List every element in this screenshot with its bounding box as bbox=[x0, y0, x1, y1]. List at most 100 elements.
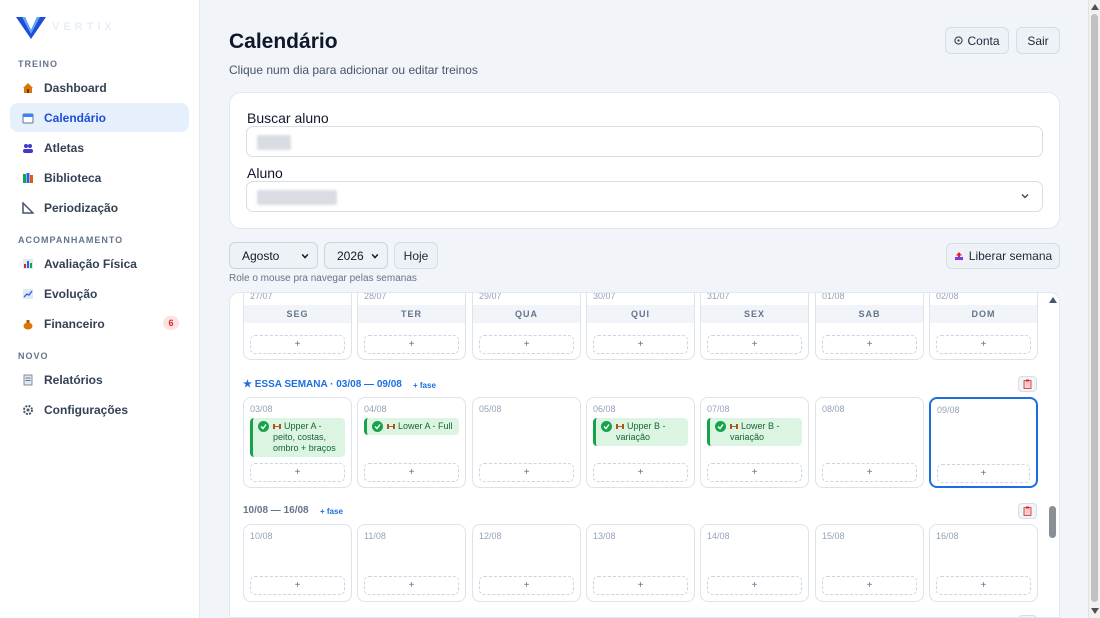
sidebar-item-label: Evolução bbox=[44, 286, 98, 301]
add-workout-button[interactable]: + bbox=[593, 463, 688, 482]
month-select[interactable]: Agosto bbox=[229, 242, 318, 269]
clipboard-icon bbox=[1023, 379, 1032, 389]
sidebar-item-relatorios[interactable]: Relatórios bbox=[10, 365, 189, 394]
add-workout-button[interactable]: + bbox=[250, 576, 345, 595]
day-cell[interactable]: 03/08 Upper A - peito, costas, ombro + br… bbox=[243, 397, 352, 488]
day-cell[interactable]: 06/08 Upper B - variação + bbox=[586, 397, 695, 488]
day-cell[interactable]: 08/08 + bbox=[815, 397, 924, 488]
student-select[interactable] bbox=[246, 181, 1043, 212]
next-week-copy-button[interactable] bbox=[1018, 503, 1037, 519]
trend-chart-icon bbox=[21, 287, 35, 301]
add-workout-button[interactable]: + bbox=[822, 576, 917, 595]
add-workout-button[interactable]: + bbox=[479, 463, 574, 482]
window-scroll-up-icon bbox=[1091, 4, 1099, 10]
add-workout-button[interactable]: + bbox=[250, 463, 345, 482]
day-cell[interactable]: 11/08 + bbox=[357, 524, 466, 602]
add-workout-button[interactable]: + bbox=[707, 463, 802, 482]
day-cell[interactable]: 07/08 Lower B - variação + bbox=[700, 397, 809, 488]
add-workout-button[interactable]: + bbox=[364, 335, 459, 354]
day-cell[interactable]: 29/07 QUA + bbox=[472, 293, 581, 360]
add-workout-button[interactable]: + bbox=[822, 463, 917, 482]
day-cell-date: 02/08 bbox=[936, 292, 959, 301]
upload-icon bbox=[954, 252, 963, 260]
day-cell[interactable]: 15/08 + bbox=[815, 524, 924, 602]
logout-button[interactable]: Sair bbox=[1016, 27, 1060, 54]
day-cell[interactable]: 28/07 TER + bbox=[357, 293, 466, 360]
sidebar-item-label: Atletas bbox=[44, 140, 85, 155]
add-workout-button[interactable]: + bbox=[593, 335, 688, 354]
add-workout-button[interactable]: + bbox=[593, 576, 688, 595]
add-workout-button[interactable]: + bbox=[364, 576, 459, 595]
add-workout-button[interactable]: + bbox=[250, 335, 345, 354]
day-cell[interactable]: 13/08 + bbox=[586, 524, 695, 602]
scroll-hint: Role o mouse pra navegar pelas semanas bbox=[229, 273, 417, 284]
current-week-title: ★ ESSA SEMANA · 03/08 — 09/08 bbox=[243, 379, 402, 390]
sidebar-item-calendario[interactable]: Calendário bbox=[10, 103, 189, 132]
add-workout-button[interactable]: + bbox=[822, 335, 917, 354]
day-cell-date: 11/08 bbox=[364, 531, 386, 541]
sidebar-item-periodizacao[interactable]: Periodização bbox=[10, 193, 189, 222]
add-workout-button[interactable]: + bbox=[937, 464, 1030, 483]
calendar-scrollbar[interactable] bbox=[1047, 292, 1059, 618]
day-name: QUA bbox=[515, 309, 538, 319]
year-select[interactable]: 2026 bbox=[324, 242, 388, 269]
workout-title: Lower A - Full bbox=[398, 421, 453, 431]
day-cell[interactable]: 27/07 SEG + bbox=[243, 293, 352, 360]
day-cell[interactable]: 01/08 SAB + bbox=[815, 293, 924, 360]
day-cell[interactable]: 31/07 SEX + bbox=[700, 293, 809, 360]
add-workout-button[interactable]: + bbox=[364, 463, 459, 482]
window-scrollbar-thumb[interactable] bbox=[1091, 14, 1098, 602]
day-cell[interactable]: 14/08 + bbox=[700, 524, 809, 602]
financeiro-count-badge: 6 bbox=[163, 316, 179, 330]
workout-card[interactable]: Upper A - peito, costas, ombro + braços bbox=[250, 418, 345, 457]
sidebar-item-dashboard[interactable]: Dashboard bbox=[10, 73, 189, 102]
year-select-value: 2026 bbox=[337, 248, 364, 263]
check-circle-icon bbox=[372, 421, 383, 432]
day-cell-date: 10/08 bbox=[250, 531, 273, 541]
calendar-scrollbar-thumb[interactable] bbox=[1049, 506, 1056, 538]
day-cell[interactable]: 12/08 + bbox=[472, 524, 581, 602]
workout-card[interactable]: Lower B - variação bbox=[707, 418, 802, 446]
day-cell[interactable]: 05/08 + bbox=[472, 397, 581, 488]
brand-logo[interactable]: VERTIX bbox=[16, 14, 116, 40]
next-week-title: 10/08 — 16/08 bbox=[243, 505, 309, 516]
current-week-copy-button[interactable] bbox=[1018, 376, 1037, 392]
account-button[interactable]: Conta bbox=[945, 27, 1009, 54]
next-week-add-phase-link[interactable]: + fase bbox=[320, 507, 343, 516]
current-week-add-phase-link[interactable]: + fase bbox=[413, 381, 436, 390]
sidebar-item-avaliacao-fisica[interactable]: Avaliação Física bbox=[10, 249, 189, 278]
calendar-panel[interactable]: 27/07 SEG +28/07 TER +29/07 QUA +30/07 QUI +31/0… bbox=[229, 292, 1060, 618]
day-cell[interactable]: 10/08 + bbox=[243, 524, 352, 602]
day-name: DOM bbox=[971, 309, 996, 319]
day-name: SEG bbox=[286, 309, 309, 319]
add-workout-button[interactable]: + bbox=[936, 576, 1031, 595]
add-workout-button[interactable]: + bbox=[707, 576, 802, 595]
day-cell[interactable]: 16/08 + bbox=[929, 524, 1038, 602]
section-label-treino: TREINO bbox=[18, 59, 59, 69]
workout-card[interactable]: Lower A - Full bbox=[364, 418, 459, 435]
day-cell[interactable]: 04/08 Lower A - Full + bbox=[357, 397, 466, 488]
add-workout-button[interactable]: + bbox=[479, 335, 574, 354]
day-cell-selected[interactable]: 09/08 + bbox=[929, 397, 1038, 488]
search-student-input[interactable] bbox=[246, 126, 1043, 157]
sidebar-item-atletas[interactable]: Atletas bbox=[10, 133, 189, 162]
sidebar-item-evolucao[interactable]: Evolução bbox=[10, 279, 189, 308]
release-week-label: Liberar semana bbox=[968, 249, 1053, 263]
add-workout-button[interactable]: + bbox=[479, 576, 574, 595]
release-week-button[interactable]: Liberar semana bbox=[946, 243, 1060, 269]
add-workout-button[interactable]: + bbox=[707, 335, 802, 354]
sidebar-item-configuracoes[interactable]: Configurações bbox=[10, 395, 189, 424]
sidebar-item-biblioteca[interactable]: Biblioteca bbox=[10, 163, 189, 192]
sidebar: VERTIX TREINO Dashboard Calendário Atlet… bbox=[0, 0, 200, 618]
workout-card[interactable]: Upper B - variação bbox=[593, 418, 688, 446]
sidebar-item-financeiro[interactable]: Financeiro 6 bbox=[10, 309, 189, 338]
day-cell[interactable]: 30/07 QUI + bbox=[586, 293, 695, 360]
window-scrollbar[interactable] bbox=[1088, 0, 1100, 618]
day-cell-date: 05/08 bbox=[479, 404, 502, 414]
sidebar-item-label: Financeiro bbox=[44, 316, 105, 331]
day-cell[interactable]: 02/08 DOM + bbox=[929, 292, 1038, 360]
today-button[interactable]: Hoje bbox=[394, 242, 438, 269]
day-name: SAB bbox=[858, 309, 881, 319]
add-workout-button[interactable]: + bbox=[936, 335, 1031, 354]
check-circle-icon bbox=[715, 421, 726, 432]
